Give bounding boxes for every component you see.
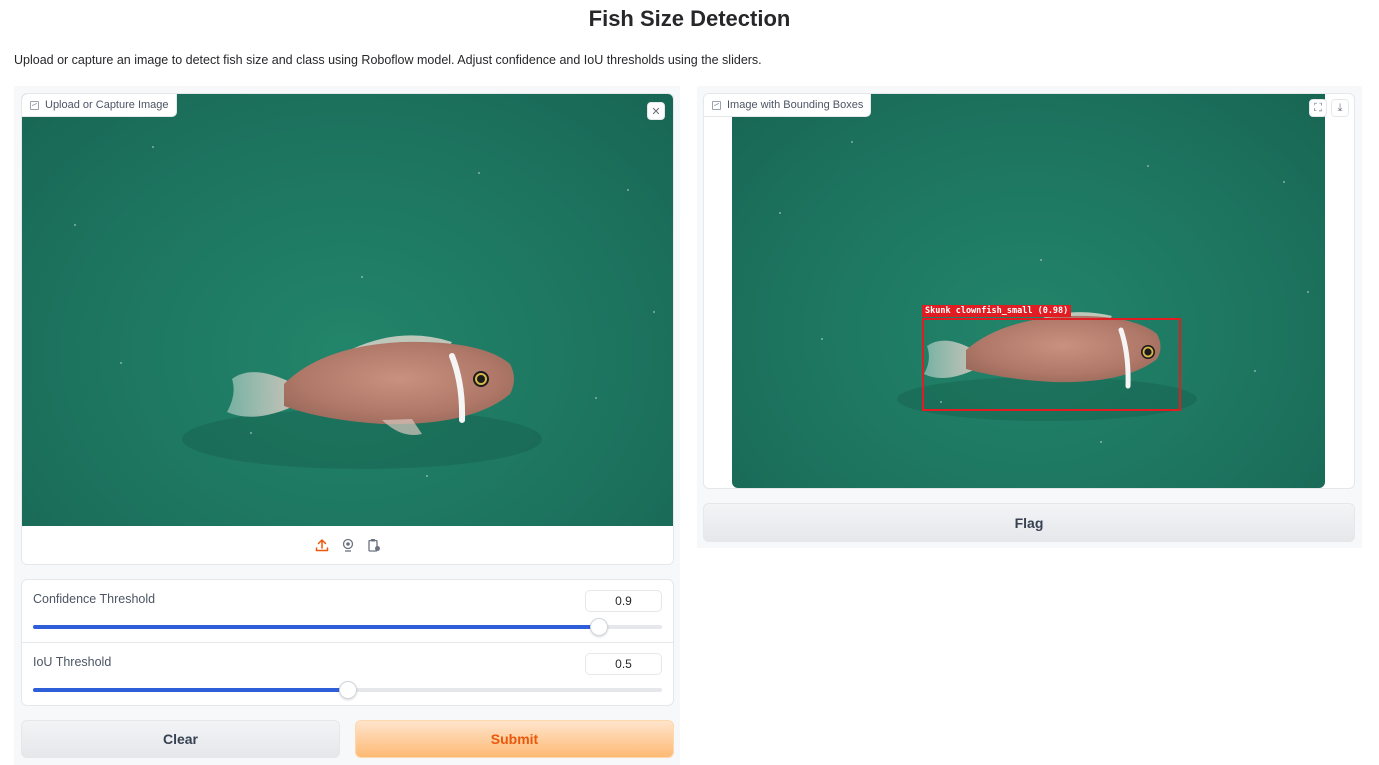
input-image-panel[interactable]: Upload or Capture Image ✕: [21, 93, 674, 565]
water-speck: [1099, 440, 1102, 443]
clownfish-photo: [182, 335, 542, 469]
close-icon[interactable]: ✕: [647, 102, 665, 120]
output-image-label: Image with Bounding Boxes: [704, 94, 872, 117]
output-column: Image with Bounding Boxes ⛶ ⤓ Skunk clow…: [697, 86, 1362, 548]
water-speck: [1253, 369, 1256, 372]
water-speck: [477, 171, 480, 174]
iou-slider[interactable]: [33, 681, 662, 699]
input-image: [22, 94, 673, 527]
confidence-value-input[interactable]: 0.9: [585, 590, 662, 612]
fullscreen-icon[interactable]: ⛶: [1309, 99, 1327, 117]
detection-bounding-box: [922, 318, 1181, 411]
flag-button[interactable]: Flag: [703, 503, 1355, 542]
iou-label: IoU Threshold: [33, 655, 112, 669]
submit-button[interactable]: Submit: [355, 720, 674, 758]
water-speck: [850, 141, 853, 144]
page-title: Fish Size Detection: [588, 6, 791, 31]
iou-value-input[interactable]: 0.5: [585, 653, 662, 675]
image-icon: [712, 100, 721, 110]
iou-slider-row: IoU Threshold 0.5: [22, 643, 673, 705]
confidence-slider-thumb[interactable]: [590, 618, 609, 636]
page-description: Upload or capture an image to detect fis…: [14, 53, 762, 67]
water-speck: [360, 275, 363, 278]
output-image-panel: Image with Bounding Boxes ⛶ ⤓ Skunk clow…: [703, 93, 1355, 489]
clear-button[interactable]: Clear: [21, 720, 340, 758]
upload-icon[interactable]: [314, 537, 330, 553]
image-icon: [30, 100, 39, 110]
image-source-bar: [22, 526, 673, 564]
water-speck: [1147, 164, 1150, 167]
water-speck: [74, 223, 77, 226]
iou-slider-thumb[interactable]: [338, 681, 357, 699]
water-speck: [425, 475, 428, 478]
confidence-slider[interactable]: [33, 618, 662, 636]
clipboard-icon[interactable]: [366, 537, 382, 553]
water-speck: [594, 397, 597, 400]
download-icon[interactable]: ⤓: [1331, 99, 1349, 117]
confidence-slider-row: Confidence Threshold 0.9: [22, 580, 673, 643]
threshold-sliders: Confidence Threshold 0.9 IoU Threshold 0…: [21, 579, 674, 706]
detection-label: Skunk clownfish_small (0.98): [922, 305, 1072, 317]
confidence-label: Confidence Threshold: [33, 592, 156, 606]
webcam-icon[interactable]: [340, 537, 356, 553]
clownfish-detected-photo: [897, 312, 1197, 421]
output-image: Skunk clownfish_small (0.98): [732, 94, 1325, 488]
confidence-slider-fill: [33, 625, 600, 629]
input-image-label: Upload or Capture Image: [22, 94, 177, 117]
iou-slider-fill: [33, 688, 348, 692]
input-column: Upload or Capture Image ✕ Confidence Thr…: [14, 86, 680, 765]
water-speck: [249, 431, 252, 434]
